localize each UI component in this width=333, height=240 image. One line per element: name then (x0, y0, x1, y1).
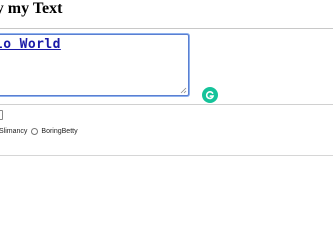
page-title: ify my Text (0, 0, 63, 17)
grammarly-icon[interactable] (202, 87, 218, 103)
text-input-area[interactable]: lo World (0, 34, 189, 96)
style-radio[interactable] (31, 127, 39, 135)
bottom-divider (0, 155, 333, 156)
text-input-value: lo World (0, 37, 61, 52)
style-option-label: BoringBetty (41, 127, 78, 135)
style-options: cySlimancy BoringBetty (0, 125, 78, 137)
partial-control[interactable] (0, 110, 3, 120)
header-divider (0, 28, 333, 29)
style-option-label: cySlimancy (0, 127, 28, 135)
resize-grip-icon[interactable] (180, 87, 187, 94)
section-divider (0, 104, 333, 105)
